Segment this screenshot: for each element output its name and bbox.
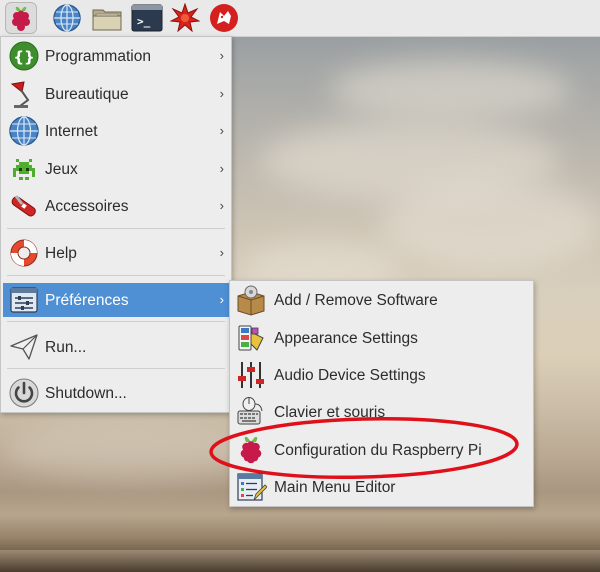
submenu-item-add-remove-software[interactable]: Add / Remove Software — [232, 283, 531, 317]
menu-item-help[interactable]: Help › — [3, 236, 229, 270]
menu-editor-icon — [235, 471, 268, 503]
menu-item-label: Jeux — [45, 161, 78, 178]
menu-item-label: Programmation — [45, 48, 151, 65]
submenu-item-label: Appearance Settings — [274, 330, 418, 347]
menu-item-preferences[interactable]: Préférences › — [3, 283, 229, 317]
taskbar: >_ — [0, 0, 600, 37]
submenu-item-appearance-settings[interactable]: Appearance Settings — [232, 321, 531, 355]
menu-item-internet[interactable]: Internet › — [3, 114, 229, 148]
menu-item-label: Préférences — [45, 292, 129, 309]
space-invader-icon — [8, 153, 40, 185]
submenu-arrow-icon: › — [219, 292, 224, 307]
preferences-panel-icon — [8, 284, 40, 316]
submenu-arrow-icon: › — [219, 86, 224, 101]
submenu-item-label: Add / Remove Software — [274, 292, 438, 309]
office-lamp-icon — [8, 78, 40, 110]
color-swatches-icon — [235, 322, 267, 354]
menu-item-shutdown[interactable]: Shutdown... — [3, 376, 229, 410]
horizon-ground — [0, 550, 600, 572]
menu-item-programmation[interactable]: {} Programmation › — [3, 39, 229, 73]
submenu-item-label: Audio Device Settings — [274, 367, 426, 384]
menu-separator — [7, 228, 225, 229]
paper-plane-icon — [8, 331, 40, 363]
menu-item-label: Help — [45, 245, 77, 262]
preferences-submenu: Add / Remove Software Appearance Setting… — [229, 280, 534, 507]
menu-separator — [7, 275, 225, 276]
submenu-item-clavier-et-souris[interactable]: Clavier et souris — [232, 395, 531, 429]
web-browser-globe-icon[interactable] — [52, 3, 82, 33]
menu-separator — [7, 321, 225, 322]
menu-item-label: Bureautique — [45, 86, 129, 103]
submenu-arrow-icon: › — [219, 245, 224, 260]
menu-item-label: Run... — [45, 339, 87, 356]
submenu-item-label: Clavier et souris — [274, 404, 386, 421]
submenu-arrow-icon: › — [219, 48, 224, 63]
submenu-item-audio-device-settings[interactable]: Audio Device Settings — [232, 358, 531, 392]
lifebuoy-icon — [8, 237, 40, 269]
menu-item-label: Internet — [45, 123, 98, 140]
menu-item-label: Shutdown... — [45, 385, 127, 402]
menu-item-accessoires[interactable]: Accessoires › — [3, 189, 229, 223]
main-menu: {} Programmation › Bureautique › Interne… — [0, 36, 232, 413]
submenu-item-label: Configuration du Raspberry Pi — [274, 442, 482, 459]
menu-item-jeux[interactable]: Jeux › — [3, 152, 229, 186]
raspberry-icon — [235, 434, 267, 466]
keyboard-mouse-icon — [235, 396, 267, 428]
file-manager-folder-icon[interactable] — [91, 3, 122, 33]
menu-item-label: Accessoires — [45, 198, 129, 215]
submenu-arrow-icon: › — [219, 198, 224, 213]
terminal-icon[interactable]: >_ — [131, 3, 163, 33]
globe-icon — [8, 115, 40, 147]
svg-text:{}: {} — [13, 48, 34, 66]
submenu-item-configuration-raspberry-pi[interactable]: Configuration du Raspberry Pi — [232, 433, 531, 467]
submenu-item-label: Main Menu Editor — [274, 479, 396, 496]
menu-item-bureautique[interactable]: Bureautique › — [3, 77, 229, 111]
raspberry-menu-icon[interactable] — [5, 2, 37, 34]
swiss-knife-icon — [8, 190, 40, 222]
math-star-icon[interactable] — [169, 2, 201, 33]
menu-item-run[interactable]: Run... — [3, 330, 229, 364]
submenu-item-main-menu-editor[interactable]: Main Menu Editor — [232, 470, 531, 504]
terminal-prompt-glyph: >_ — [137, 15, 151, 28]
submenu-arrow-icon: › — [219, 123, 224, 138]
menu-separator — [7, 368, 225, 369]
wolfram-icon[interactable] — [209, 3, 239, 33]
power-icon — [8, 377, 40, 409]
programming-icon: {} — [8, 40, 40, 72]
mixer-sliders-icon — [235, 359, 267, 391]
package-icon — [235, 284, 267, 316]
submenu-arrow-icon: › — [219, 161, 224, 176]
